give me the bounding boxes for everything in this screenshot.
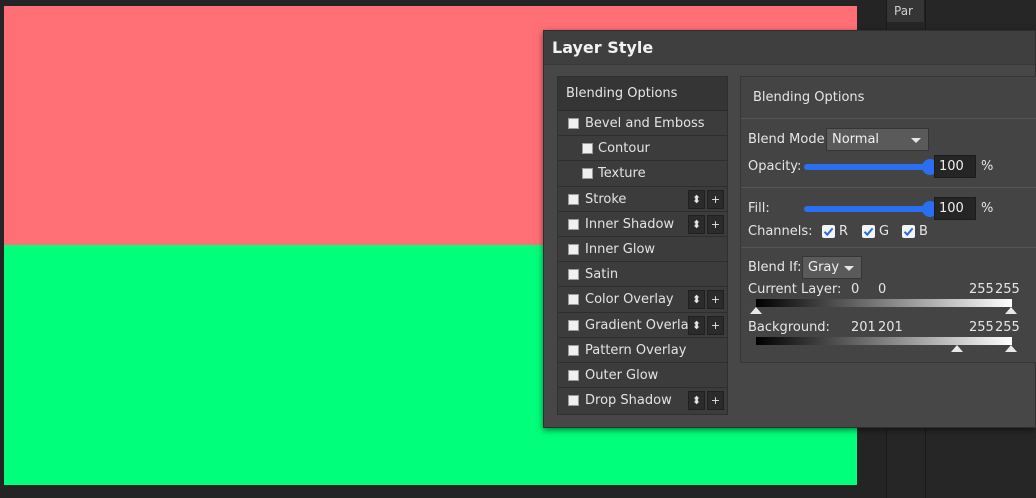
background-low-left: 201 xyxy=(851,320,876,335)
channel-r-checkbox[interactable] xyxy=(822,225,835,238)
current-layer-high-right: 255 xyxy=(995,282,1020,297)
checkmark-icon xyxy=(863,227,874,237)
current-layer-high-left: 255 xyxy=(969,282,994,297)
effect-label: Gradient Overlay xyxy=(585,317,697,333)
reorder-icon[interactable]: ⬍ xyxy=(688,391,705,411)
effect-checkbox[interactable] xyxy=(568,344,579,356)
divider xyxy=(741,247,1036,248)
background-high-right: 255 xyxy=(995,320,1020,335)
reorder-icon[interactable]: ⬍ xyxy=(688,290,705,310)
current-layer-low-right: 0 xyxy=(878,282,887,297)
reorder-icon[interactable]: ⬍ xyxy=(688,189,705,209)
opacity-unit: % xyxy=(981,159,994,174)
effects-item-bevel-and-emboss[interactable]: Bevel and Emboss xyxy=(558,111,727,137)
blend-mode-value: Normal xyxy=(832,132,880,147)
effects-item-contour[interactable]: Contour xyxy=(558,136,727,162)
blend-mode-label: Blend Mode: xyxy=(748,132,829,147)
background-high-handle[interactable] xyxy=(1005,345,1017,352)
background-low-right: 201 xyxy=(878,320,903,335)
blend-if-label: Blend If: xyxy=(748,260,802,275)
fill-unit: % xyxy=(981,201,994,216)
channel-b-checkbox[interactable] xyxy=(902,225,915,238)
effects-item-texture[interactable]: Texture xyxy=(558,161,727,187)
add-effect-button[interactable]: + xyxy=(707,391,724,411)
effect-checkbox[interactable] xyxy=(568,118,579,129)
add-effect-button[interactable]: + xyxy=(707,290,724,310)
effect-label: Inner Shadow xyxy=(585,216,675,232)
channel-g-checkbox[interactable] xyxy=(862,225,875,238)
blend-if-value: Gray xyxy=(808,260,840,275)
reorder-icon[interactable]: ⬍ xyxy=(688,315,705,335)
current-layer-high-handle[interactable] xyxy=(1005,307,1017,314)
effects-item-gradient-overlay[interactable]: Gradient Overlay ⬍ + xyxy=(558,313,727,338)
effects-item-inner-shadow[interactable]: Inner Shadow ⬍ + xyxy=(558,212,727,237)
effects-list: Blending Options Bevel and Emboss Contou… xyxy=(557,76,728,415)
effect-label: Stroke xyxy=(585,191,627,207)
effect-label: Texture xyxy=(598,166,646,182)
effect-label: Pattern Overlay xyxy=(585,342,687,358)
effect-checkbox[interactable] xyxy=(568,319,579,331)
effect-checkbox[interactable] xyxy=(568,218,579,230)
opacity-slider[interactable] xyxy=(804,159,938,175)
checkmark-icon xyxy=(823,227,834,237)
channels-label: Channels: xyxy=(748,224,813,239)
blending-options-panel: Blending Options Blend Mode: Normal Opac… xyxy=(740,76,1036,363)
effect-label: Satin xyxy=(585,267,619,283)
current-layer-label: Current Layer: xyxy=(748,282,842,297)
effect-label: Bevel and Emboss xyxy=(585,116,705,131)
effect-checkbox[interactable] xyxy=(568,193,579,205)
opacity-label: Opacity: xyxy=(748,159,802,174)
channel-b-label: B xyxy=(919,224,928,239)
layer-style-dialog: Layer Style Blending Options Bevel and E… xyxy=(543,30,1036,428)
effect-checkbox[interactable] xyxy=(568,294,579,306)
current-layer-low-left: 0 xyxy=(851,282,860,297)
chevron-down-icon xyxy=(911,138,921,143)
options-header: Blending Options xyxy=(741,77,1036,119)
effects-item-stroke[interactable]: Stroke ⬍ + xyxy=(558,187,727,212)
effect-label: Color Overlay xyxy=(585,292,674,308)
effects-item-pattern-overlay[interactable]: Pattern Overlay xyxy=(558,338,727,363)
effect-checkbox[interactable] xyxy=(568,369,579,381)
chevron-down-icon xyxy=(844,266,854,271)
current-layer-low-handle[interactable] xyxy=(750,307,762,314)
effect-checkbox[interactable] xyxy=(582,168,593,180)
blend-mode-select[interactable]: Normal xyxy=(826,128,929,151)
divider xyxy=(741,187,1036,188)
effect-label: Contour xyxy=(598,141,650,157)
channel-r-label: R xyxy=(839,224,849,239)
add-effect-button[interactable]: + xyxy=(707,189,724,209)
effects-item-drop-shadow[interactable]: Drop Shadow ⬍ + xyxy=(558,388,727,413)
background-low-handle[interactable] xyxy=(951,345,963,352)
effect-label: Inner Glow xyxy=(585,241,656,257)
background-gradient xyxy=(756,337,1012,345)
effect-checkbox[interactable] xyxy=(568,395,579,407)
effects-item-satin[interactable]: Satin xyxy=(558,262,727,288)
opacity-input[interactable]: 100 xyxy=(934,155,976,178)
effects-item-blending-options[interactable]: Blending Options xyxy=(558,77,727,111)
reorder-icon[interactable]: ⬍ xyxy=(688,214,705,234)
panel-tab-par[interactable]: Par xyxy=(887,0,925,22)
effects-item-inner-glow[interactable]: Inner Glow xyxy=(558,237,727,263)
effect-checkbox[interactable] xyxy=(582,143,593,155)
fill-input[interactable]: 100 xyxy=(934,197,976,220)
channel-g-label: G xyxy=(879,224,890,239)
effect-checkbox[interactable] xyxy=(568,269,579,281)
background-high-left: 255 xyxy=(969,320,994,335)
effect-checkbox[interactable] xyxy=(568,243,579,255)
dialog-title[interactable]: Layer Style xyxy=(544,31,1035,65)
effect-label: Drop Shadow xyxy=(585,393,672,409)
add-effect-button[interactable]: + xyxy=(707,315,724,335)
effects-item-color-overlay[interactable]: Color Overlay ⬍ + xyxy=(558,287,727,313)
effects-item-outer-glow[interactable]: Outer Glow xyxy=(558,363,727,389)
add-effect-button[interactable]: + xyxy=(707,214,724,234)
fill-slider[interactable] xyxy=(804,201,938,217)
blend-if-select[interactable]: Gray xyxy=(802,256,862,279)
fill-label: Fill: xyxy=(748,201,770,216)
current-layer-gradient xyxy=(756,299,1012,307)
background-label: Background: xyxy=(748,320,830,335)
checkmark-icon xyxy=(903,227,914,237)
effect-label: Outer Glow xyxy=(585,367,659,383)
